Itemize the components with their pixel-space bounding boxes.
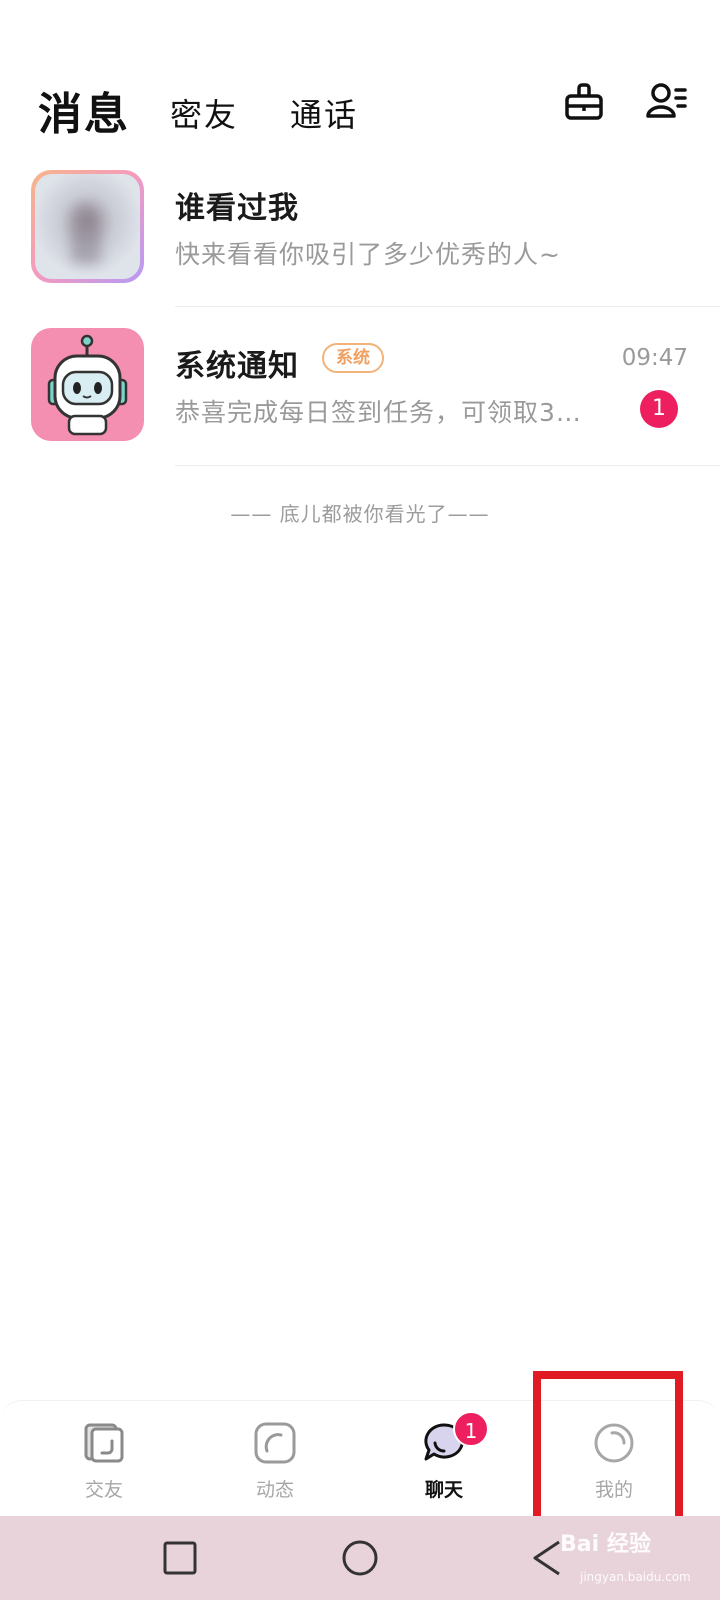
watermark-url: jingyan.baidu.com: [580, 1570, 691, 1584]
contacts-icon[interactable]: [645, 80, 689, 124]
divider: [175, 306, 720, 307]
bottom-nav: 交友 动态 1 聊天 我的: [0, 1400, 720, 1516]
nav-item-moments[interactable]: 动态: [215, 1411, 335, 1511]
tab-messages[interactable]: 消息: [38, 78, 130, 142]
nav-item-chat[interactable]: 1 聊天: [384, 1411, 504, 1511]
chat-unread-badge: 1: [453, 1411, 489, 1447]
header: 消息 密友 通话: [0, 0, 720, 150]
cards-icon: [84, 1423, 124, 1463]
end-of-list-note: —— 底儿都被你看光了——: [230, 502, 490, 526]
list-item-subtitle: 快来看看你吸引了多少优秀的人~: [175, 240, 561, 269]
nav-label: 我的: [594, 1479, 633, 1501]
unread-badge: 1: [640, 390, 678, 428]
watermark-text: Bai 经验: [560, 1532, 651, 1557]
avatar: [31, 170, 144, 283]
recent-apps-icon[interactable]: [158, 1536, 202, 1580]
nav-label: 动态: [255, 1479, 294, 1501]
tab-close-friends[interactable]: 密友: [170, 90, 238, 136]
list-item-visitors[interactable]: 谁看过我 快来看看你吸引了多少优秀的人~: [0, 165, 720, 315]
clean-icon[interactable]: [563, 80, 607, 124]
nav-item-friends[interactable]: 交友: [44, 1411, 164, 1511]
profile-circle-icon: [594, 1423, 634, 1463]
system-nav-bar: Bai 经验 jingyan.baidu.com: [0, 1516, 720, 1600]
list-item-system-notice[interactable]: 系统通知 系统 09:47 恭喜完成每日签到任务，可领取3… 1: [0, 323, 720, 473]
list-item-title: 系统通知: [175, 349, 299, 384]
divider: [175, 465, 720, 466]
nav-label: 聊天: [424, 1479, 463, 1501]
list-item-title: 谁看过我: [175, 191, 299, 226]
system-tag: 系统: [322, 343, 384, 373]
tab-calls[interactable]: 通话: [290, 90, 358, 136]
nav-item-me[interactable]: 我的: [554, 1411, 674, 1511]
list-item-subtitle: 恭喜完成每日签到任务，可领取3…: [175, 398, 582, 427]
moments-icon: [254, 1422, 296, 1464]
nav-label: 交友: [84, 1479, 123, 1501]
robot-icon: [31, 328, 144, 441]
timestamp: 09:47: [621, 345, 688, 371]
home-icon[interactable]: [338, 1536, 382, 1580]
